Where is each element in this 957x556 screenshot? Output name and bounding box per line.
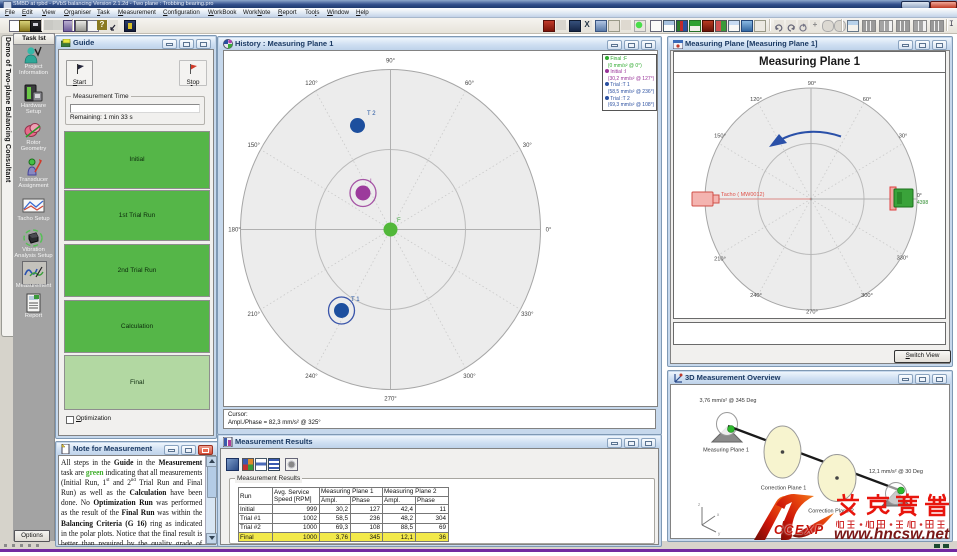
- svg-text:T 2: T 2: [367, 111, 376, 117]
- svg-text:330°: 330°: [521, 312, 534, 318]
- svg-text:60°: 60°: [465, 81, 475, 87]
- svg-text:60°: 60°: [863, 97, 872, 103]
- svg-text:210°: 210°: [247, 312, 260, 318]
- svg-text:240°: 240°: [750, 293, 762, 299]
- svg-text:240°: 240°: [305, 374, 318, 380]
- svg-text:270°: 270°: [806, 310, 818, 316]
- svg-text:0°: 0°: [917, 193, 922, 199]
- svg-text:Measuring Plane 1: Measuring Plane 1: [703, 448, 749, 454]
- svg-text:270°: 270°: [384, 397, 397, 403]
- svg-text:150°: 150°: [714, 134, 726, 140]
- svg-text:12,1 mm/s² @ 30 Deg: 12,1 mm/s² @ 30 Deg: [869, 469, 923, 475]
- svg-text:T 1: T 1: [351, 297, 360, 303]
- svg-text:x: x: [717, 512, 720, 517]
- svg-text:330°: 330°: [897, 256, 909, 262]
- svg-text:300°: 300°: [861, 293, 873, 299]
- svg-text:120°: 120°: [750, 97, 762, 103]
- svg-text:150°: 150°: [247, 143, 260, 149]
- svg-text:90°: 90°: [808, 81, 817, 87]
- svg-text:3,76 mm/s² @ 345 Deg: 3,76 mm/s² @ 345 Deg: [700, 398, 757, 404]
- svg-text:300°: 300°: [463, 374, 476, 380]
- svg-text:4398: 4398: [917, 200, 928, 206]
- svg-text:90°: 90°: [386, 59, 396, 65]
- svg-text:120°: 120°: [305, 81, 318, 87]
- svg-text:0°: 0°: [546, 228, 552, 234]
- svg-text:30°: 30°: [899, 134, 908, 140]
- svg-text:y: y: [718, 531, 721, 536]
- svg-text:z: z: [698, 502, 701, 507]
- svg-text:Tacho ( MW0012): Tacho ( MW0012): [721, 192, 765, 198]
- svg-text:30°: 30°: [523, 143, 533, 149]
- svg-text:180°: 180°: [228, 228, 241, 234]
- svg-text:210°: 210°: [714, 257, 726, 263]
- svg-text:F: F: [397, 218, 401, 224]
